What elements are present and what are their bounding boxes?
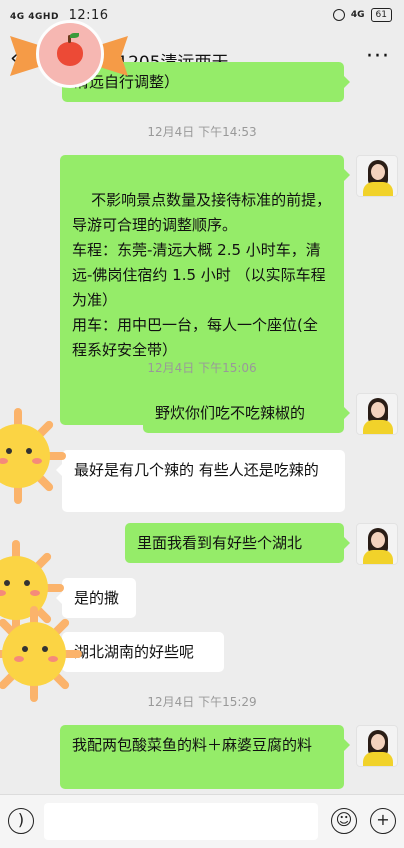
apple-sticker — [10, 20, 128, 92]
plus-icon[interactable]: + — [370, 808, 396, 834]
message-bubble-sent[interactable]: 野炊你们吃不吃辣椒的 — [143, 393, 350, 433]
timestamp: 12月4日 下午14:53 — [147, 125, 257, 139]
avatar[interactable] — [356, 725, 398, 767]
message-text: 是的撒 — [74, 589, 120, 607]
message-bubble-sent[interactable]: 我配两包酸菜鱼的料＋麻婆豆腐的料 — [60, 725, 350, 789]
voice-icon[interactable]: ) — [8, 808, 34, 834]
signal-right: 4G — [350, 10, 365, 20]
timestamp: 12月4日 下午15:06 — [147, 361, 257, 375]
sun-sticker — [0, 606, 82, 702]
message-text: 不影响景点数量及接待标准的前提，导游可合理的调整顺序。 车程：东莞-清远大概 2… — [72, 191, 332, 359]
message-text: 野炊你们吃不吃辣椒的 — [155, 404, 306, 422]
message-input[interactable] — [44, 803, 318, 840]
message-text: 湖北湖南的好些呢 — [74, 643, 195, 661]
sun-sticker — [0, 408, 66, 504]
message-bubble-received[interactable]: 最好是有几个辣的 有些人还是吃辣的 — [56, 450, 345, 512]
message-text: 里面我看到有好些个湖北 — [137, 534, 303, 552]
more-icon[interactable]: ··· — [366, 44, 390, 69]
battery-icon: 61 — [370, 8, 392, 22]
apple-icon — [57, 33, 83, 66]
avatar[interactable] — [356, 155, 398, 197]
message-bubble-sent[interactable]: 不影响景点数量及接待标准的前提，导游可合理的调整顺序。 车程：东莞-清远大概 2… — [60, 155, 350, 425]
alarm-icon — [332, 9, 345, 21]
message-text: 我配两包酸菜鱼的料＋麻婆豆腐的料 — [72, 736, 313, 754]
message-bubble-sent[interactable]: 里面我看到有好些个湖北 — [125, 523, 350, 563]
avatar[interactable] — [356, 393, 398, 435]
input-bar: ) ☺ + — [0, 794, 404, 848]
message-bubble-received[interactable]: 湖北湖南的好些呢 — [56, 632, 224, 672]
message-text: 最好是有几个辣的 有些人还是吃辣的 — [74, 461, 319, 479]
emoji-icon[interactable]: ☺ — [331, 808, 357, 834]
avatar[interactable] — [356, 523, 398, 565]
